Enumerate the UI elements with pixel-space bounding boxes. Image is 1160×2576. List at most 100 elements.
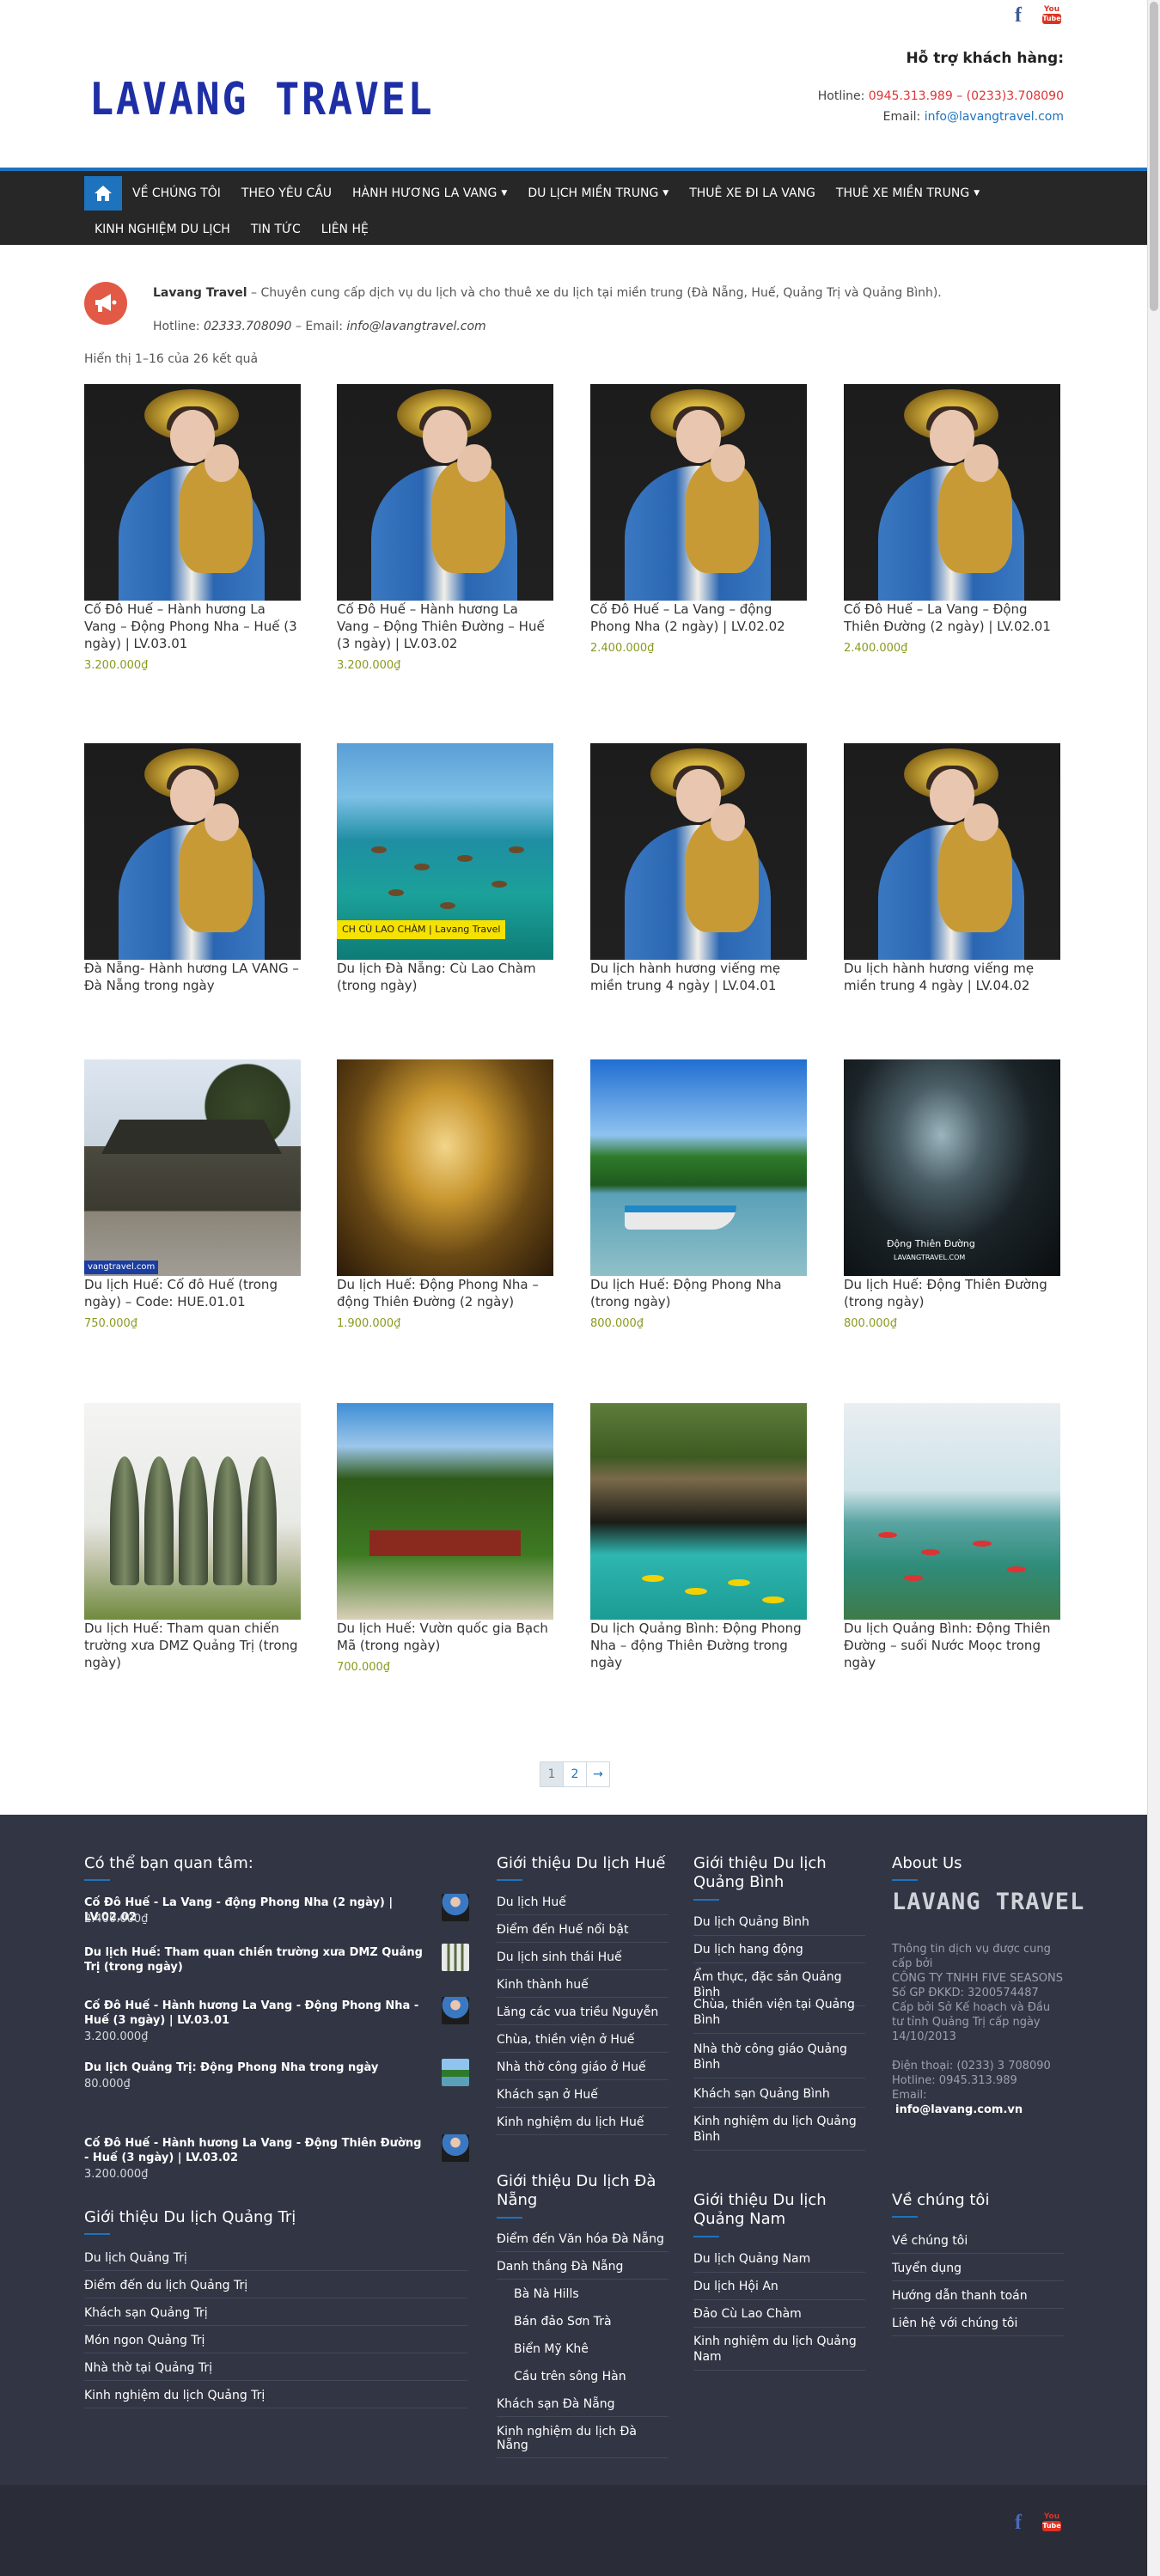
product-image[interactable] bbox=[84, 384, 301, 601]
interest-item-title[interactable]: Cố Đô Huế - Hành hương La Vang - Động Ph… bbox=[84, 1999, 428, 2028]
image-detail bbox=[964, 803, 998, 841]
nav-item-4[interactable]: DU LỊCH MIỀN TRUNG ▼ bbox=[517, 176, 679, 211]
us-item[interactable]: Liên hệ với chúng tôi bbox=[892, 2317, 1064, 2336]
quangtri-item[interactable]: Khách sạn Quảng Trị bbox=[84, 2306, 467, 2326]
nav-item-2[interactable]: THEO YÊU CẦU bbox=[231, 176, 342, 211]
product-title[interactable]: Du lịch Huế: Tham quan chiến trường xưa … bbox=[84, 1621, 298, 1670]
product-title[interactable]: Du lịch Huế: Vườn quốc gia Bạch Mã (tron… bbox=[337, 1621, 548, 1653]
danang-subitem[interactable]: Cầu trên sông Hàn bbox=[514, 2370, 669, 2389]
quangtri-item[interactable]: Điểm đến du lịch Quảng Trị bbox=[84, 2279, 467, 2298]
quangnam-item[interactable]: Kinh nghiệm du lịch Quảng Nam bbox=[693, 2334, 865, 2371]
product-image[interactable]: Động Thiên Đường LAVANGTRAVEL.COM bbox=[844, 1059, 1060, 1276]
interest-item-title[interactable]: Cố Đô Huế - Hành hương La Vang - Động Th… bbox=[84, 2136, 428, 2165]
product-image[interactable] bbox=[84, 1403, 301, 1620]
interest-item-thumbnail[interactable] bbox=[442, 1944, 469, 1971]
quangbinh-item[interactable]: Kinh nghiệm du lịch Quảng Bình bbox=[693, 2114, 865, 2151]
youtube-icon[interactable]: You Tube bbox=[1042, 5, 1061, 27]
product-title[interactable]: Du lịch Quảng Bình: Động Phong Nha – độn… bbox=[590, 1621, 802, 1670]
product-title[interactable]: Du lịch hành hương viếng mẹ miền trung 4… bbox=[844, 961, 1034, 993]
quangbinh-item[interactable]: Du lịch Quảng Bình bbox=[693, 1914, 865, 1936]
quangbinh-item[interactable]: Chùa, thiền viện tại Quảng Bình bbox=[693, 1997, 865, 2034]
product-title[interactable]: Cố Đô Huế – Hành hương La Vang – Động Ph… bbox=[84, 601, 297, 651]
hue-item[interactable]: Chùa, thiền viện ở Huế bbox=[497, 2033, 669, 2053]
product-image[interactable] bbox=[337, 384, 553, 601]
hue-item[interactable]: Du lịch sinh thái Huế bbox=[497, 1950, 669, 1970]
email-link[interactable]: info@lavangtravel.com bbox=[925, 110, 1064, 124]
product-image[interactable] bbox=[84, 743, 301, 960]
scrollbar-thumb[interactable] bbox=[1150, 2, 1158, 311]
quangnam-item[interactable]: Đảo Cù Lao Chàm bbox=[693, 2306, 865, 2328]
nav-item-row2-2[interactable]: TIN TỨC bbox=[241, 212, 311, 247]
product-title[interactable]: Du lịch Huế: Cố đô Huế (trong ngày) – Co… bbox=[84, 1277, 278, 1309]
hue-item[interactable]: Kinh thành huế bbox=[497, 1978, 669, 1998]
about-email[interactable]: info@lavang.com.vn bbox=[895, 2103, 1064, 2117]
hue-item[interactable]: Điểm đến Huế nổi bật bbox=[497, 1923, 669, 1943]
facebook-icon[interactable]: f bbox=[1015, 5, 1030, 26]
quangtri-item[interactable]: Kinh nghiệm du lịch Quảng Trị bbox=[84, 2389, 467, 2408]
product-title[interactable]: Cố Đô Huế – La Vang – Động Thiên Đường (… bbox=[844, 601, 1051, 634]
hue-item[interactable]: Lăng các vua triều Nguyễn bbox=[497, 2005, 669, 2025]
interest-item-thumbnail[interactable] bbox=[442, 2134, 469, 2162]
quangbinh-item[interactable]: Du lịch hang động bbox=[693, 1942, 865, 1963]
danang-subitem[interactable]: Bán đảo Sơn Trà bbox=[514, 2315, 669, 2334]
product-image[interactable] bbox=[590, 1059, 807, 1276]
quangbinh-item[interactable]: Nhà thờ công giáo Quảng Bình bbox=[693, 2042, 865, 2079]
product-image[interactable] bbox=[844, 743, 1060, 960]
us-item[interactable]: Hướng dẫn thanh toán bbox=[892, 2289, 1064, 2309]
danang-item[interactable]: Khách sạn Đà Nẵng bbox=[497, 2397, 669, 2417]
product-image[interactable] bbox=[337, 1059, 553, 1276]
quangtri-item[interactable]: Món ngon Quảng Trị bbox=[84, 2334, 467, 2353]
page-2-link[interactable]: 2 bbox=[563, 1761, 587, 1787]
nav-item-5[interactable]: THUÊ XE ĐI LA VANG bbox=[679, 176, 826, 211]
product-image[interactable] bbox=[337, 1403, 553, 1620]
product-title[interactable]: Du lịch hành hương viếng mẹ miền trung 4… bbox=[590, 961, 780, 993]
us-item[interactable]: Tuyển dụng bbox=[892, 2262, 1064, 2281]
quangnam-item[interactable]: Du lịch Hội An bbox=[693, 2279, 865, 2300]
danang-item[interactable]: Kinh nghiệm du lịch Đà Nẵng bbox=[497, 2425, 669, 2458]
youtube-icon[interactable]: You Tube bbox=[1042, 2512, 1061, 2535]
product-title[interactable]: Du lịch Huế: Động Phong Nha – động Thiên… bbox=[337, 1277, 539, 1309]
site-logo[interactable]: LAVANG TRAVEL bbox=[89, 74, 434, 125]
hue-item[interactable]: Du lịch Huế bbox=[497, 1895, 669, 1915]
product-title[interactable]: Du lịch Huế: Động Phong Nha (trong ngày) bbox=[590, 1277, 782, 1309]
interest-item-thumbnail[interactable] bbox=[442, 1997, 469, 2024]
us-item[interactable]: Về chúng tôi bbox=[892, 2234, 1064, 2254]
nav-item-6[interactable]: THUÊ XE MIỀN TRUNG ▼ bbox=[826, 176, 990, 211]
danang-subitem[interactable]: Bà Nà Hills bbox=[514, 2287, 669, 2306]
product-image[interactable]: vangtravel.com bbox=[84, 1059, 301, 1276]
product-title[interactable]: Du lịch Huế: Động Thiên Đường (trong ngà… bbox=[844, 1277, 1047, 1309]
danang-item[interactable]: Danh thắng Đà Nẵng bbox=[497, 2260, 669, 2280]
nav-item-row2-1[interactable]: KINH NGHIỆM DU LỊCH bbox=[84, 212, 241, 247]
hue-item[interactable]: Kinh nghiệm du lịch Huế bbox=[497, 2115, 669, 2135]
nav-item-row2-3[interactable]: LIÊN HỆ bbox=[311, 212, 379, 247]
product-title[interactable]: Cố Đô Huế – La Vang – động Phong Nha (2 … bbox=[590, 601, 785, 634]
quangtri-item[interactable]: Du lịch Quảng Trị bbox=[84, 2251, 467, 2271]
product-image[interactable] bbox=[844, 1403, 1060, 1620]
product-image[interactable] bbox=[590, 743, 807, 960]
product-title[interactable]: Du lịch Quảng Bình: Động Thiên Đường – s… bbox=[844, 1621, 1050, 1670]
nav-item-1[interactable]: VỀ CHÚNG TÔI bbox=[122, 176, 231, 211]
product-title[interactable]: Du lịch Đà Nẵng: Cù Lao Chàm (trong ngày… bbox=[337, 961, 536, 993]
quangnam-item[interactable]: Du lịch Quảng Nam bbox=[693, 2251, 865, 2273]
interest-item-title[interactable]: Du lịch Quảng Trị: Động Phong Nha trong … bbox=[84, 2060, 428, 2075]
interest-item-thumbnail[interactable] bbox=[442, 1894, 469, 1921]
quangtri-item[interactable]: Nhà thờ tại Quảng Trị bbox=[84, 2361, 467, 2381]
danang-subitem[interactable]: Biển Mỹ Khê bbox=[514, 2342, 669, 2361]
product-title[interactable]: Cố Đô Huế – Hành hương La Vang – Động Th… bbox=[337, 601, 545, 651]
product-image[interactable]: CH CÙ LAO CHÀM | Lavang Travel bbox=[337, 743, 553, 960]
next-page-arrow[interactable]: → bbox=[586, 1761, 610, 1787]
product-image[interactable] bbox=[590, 384, 807, 601]
hue-item[interactable]: Nhà thờ công giáo ở Huế bbox=[497, 2060, 669, 2080]
nav-item-3[interactable]: HÀNH HƯƠNG LA VANG ▼ bbox=[342, 176, 517, 211]
danang-item[interactable]: Điểm đến Văn hóa Đà Nẵng bbox=[497, 2232, 669, 2252]
product-image[interactable] bbox=[590, 1403, 807, 1620]
scrollbar[interactable] bbox=[1147, 0, 1160, 2576]
interest-item-thumbnail[interactable] bbox=[442, 2059, 469, 2086]
product-image[interactable] bbox=[844, 384, 1060, 601]
facebook-icon[interactable]: f bbox=[1015, 2512, 1030, 2533]
product-title[interactable]: Đà Nẵng- Hành hương LA VANG – Đà Nẵng tr… bbox=[84, 961, 299, 993]
home-icon[interactable] bbox=[84, 176, 122, 211]
quangbinh-item[interactable]: Khách sạn Quảng Bình bbox=[693, 2086, 865, 2108]
hue-item[interactable]: Khách sạn ở Huế bbox=[497, 2088, 669, 2108]
interest-item-title[interactable]: Du lịch Huế: Tham quan chiến trường xưa … bbox=[84, 1945, 428, 1975]
